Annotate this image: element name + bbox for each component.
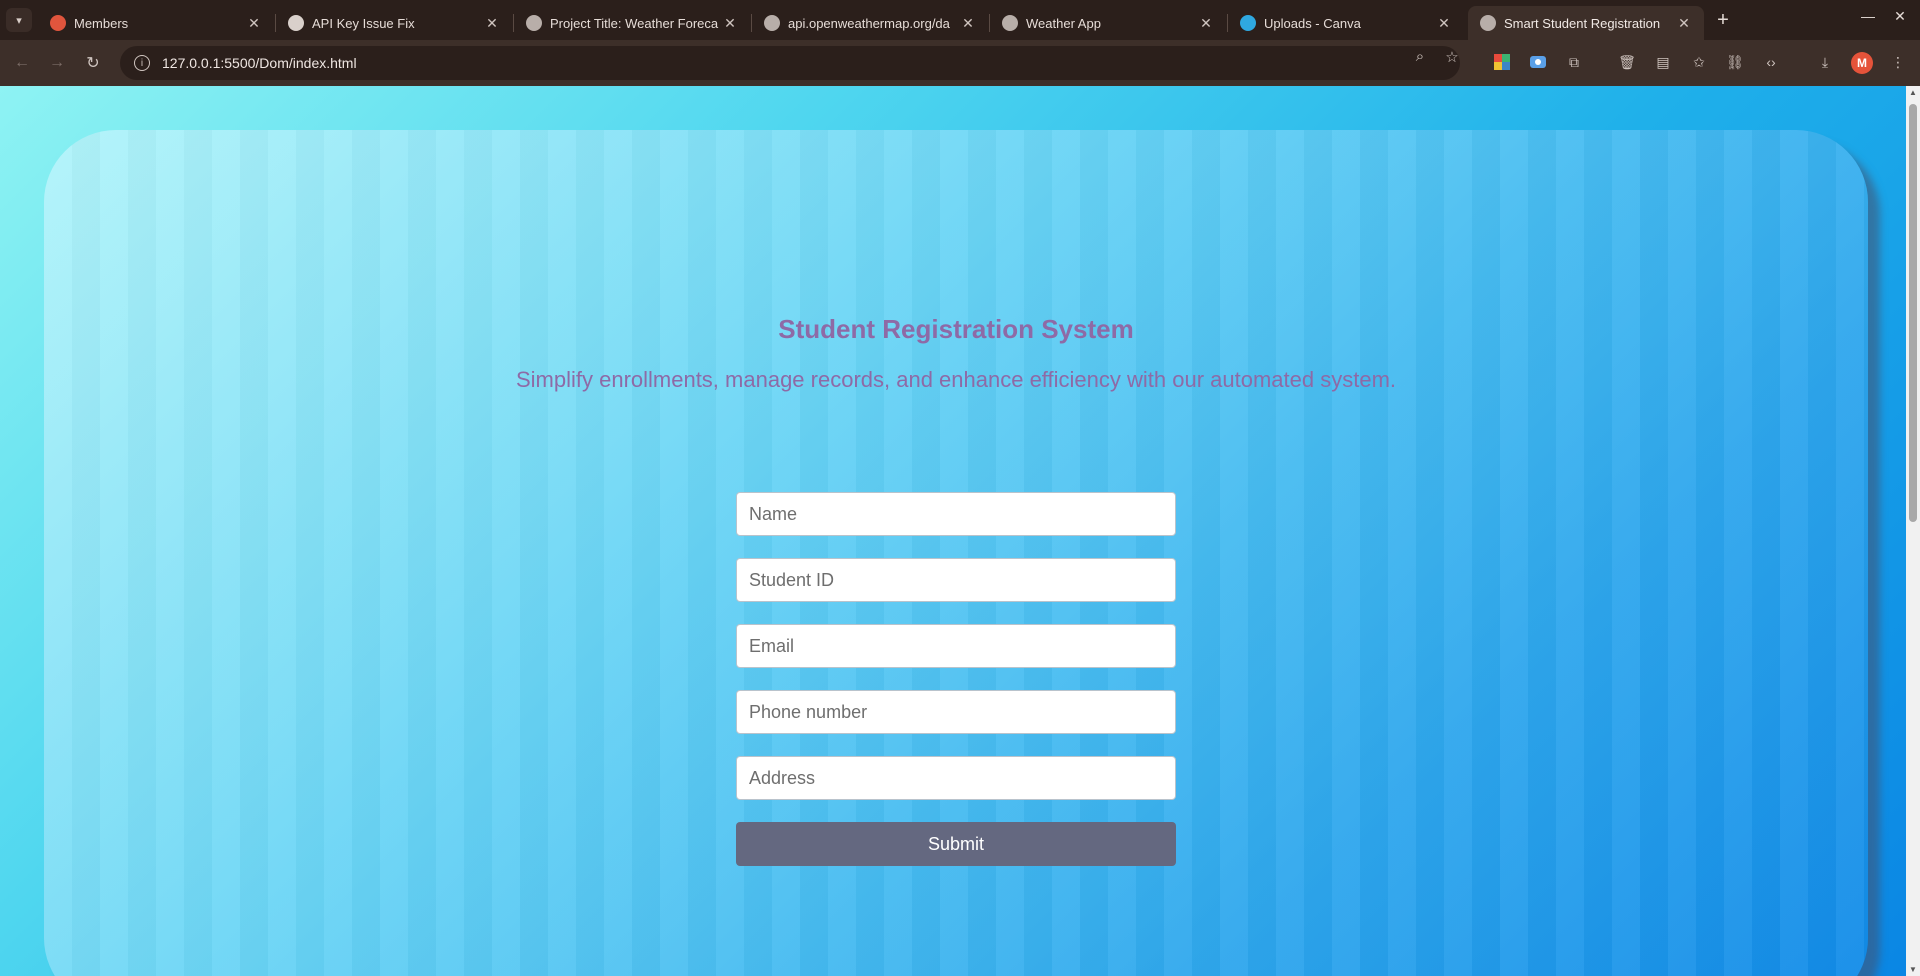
- download-icon[interactable]: ⤓: [1814, 51, 1836, 73]
- close-icon[interactable]: ✕: [246, 15, 262, 32]
- zoom-icon[interactable]: ⌕: [1408, 48, 1432, 65]
- link-icon[interactable]: ⛓: [1724, 51, 1746, 73]
- tab-uploads-canva[interactable]: Uploads - Canva ✕: [1228, 6, 1464, 40]
- tab-title: API Key Issue Fix: [312, 15, 415, 31]
- close-window-icon[interactable]: ✕: [1885, 8, 1915, 25]
- code-icon[interactable]: ‹›: [1760, 51, 1782, 73]
- address-input[interactable]: [736, 756, 1176, 800]
- tab-title: Weather App: [1026, 15, 1101, 31]
- reading-list-icon[interactable]: ▤: [1652, 51, 1674, 73]
- extension-colorful-icon[interactable]: [1491, 51, 1513, 73]
- close-icon[interactable]: ✕: [1198, 15, 1214, 32]
- trash-icon[interactable]: 🗑: [1616, 51, 1638, 73]
- student-id-input[interactable]: [736, 558, 1176, 602]
- scrollbar-thumb[interactable]: [1909, 104, 1917, 522]
- globe-icon: [526, 15, 542, 31]
- scroll-down-icon[interactable]: ▼: [1906, 965, 1920, 974]
- registration-card: Student Registration System Simplify enr…: [44, 130, 1868, 976]
- page-title: Student Registration System: [778, 314, 1134, 344]
- tab-project-title[interactable]: Project Title: Weather Foreca ✕: [514, 6, 750, 40]
- page-scrollbar[interactable]: ▲ ▼: [1906, 86, 1920, 976]
- minimize-icon[interactable]: —: [1853, 8, 1883, 24]
- browser-toolbar: ← → ↻ i 127.0.0.1:5500/Dom/index.html ⌕ …: [0, 40, 1920, 86]
- tab-title: api.openweathermap.org/da: [788, 15, 950, 31]
- tab-weather-app[interactable]: Weather App ✕: [990, 6, 1226, 40]
- tab-openweathermap[interactable]: api.openweathermap.org/da ✕: [752, 6, 988, 40]
- reload-icon[interactable]: ↻: [81, 51, 105, 75]
- screen-capture-icon[interactable]: [1527, 51, 1549, 73]
- back-icon[interactable]: ←: [10, 51, 34, 75]
- chatgpt-favicon-icon: [288, 15, 304, 31]
- forward-icon[interactable]: →: [45, 51, 69, 75]
- menu-kebab-icon[interactable]: ⋮: [1887, 51, 1909, 73]
- bookmark-star-icon[interactable]: ☆: [1440, 48, 1464, 66]
- close-icon[interactable]: ✕: [722, 15, 738, 32]
- tab-smart-student-registration[interactable]: Smart Student Registration ✕: [1468, 6, 1704, 40]
- url-text[interactable]: 127.0.0.1:5500/Dom/index.html: [162, 55, 357, 71]
- tab-title: Smart Student Registration: [1504, 15, 1661, 31]
- bookmarks-icon[interactable]: ✩: [1688, 51, 1710, 73]
- site-info-icon[interactable]: i: [134, 55, 150, 71]
- globe-icon: [764, 15, 780, 31]
- close-icon[interactable]: ✕: [1436, 15, 1452, 32]
- globe-icon: [1002, 15, 1018, 31]
- page-viewport: Student Registration System Simplify enr…: [0, 86, 1906, 976]
- tab-search-menu-icon[interactable]: ▾: [6, 8, 32, 32]
- phone-input[interactable]: [736, 690, 1176, 734]
- extensions-puzzle-icon[interactable]: ⧉: [1563, 51, 1585, 73]
- name-input[interactable]: [736, 492, 1176, 536]
- tab-title: Project Title: Weather Foreca: [550, 15, 719, 31]
- members-favicon-icon: [50, 15, 66, 31]
- page-subtitle: Simplify enrollments, manage records, an…: [515, 367, 1397, 392]
- tab-api-key-issue-fix[interactable]: API Key Issue Fix ✕: [276, 6, 512, 40]
- tab-title: Uploads - Canva: [1264, 15, 1361, 31]
- close-icon[interactable]: ✕: [1676, 15, 1692, 32]
- email-input[interactable]: [736, 624, 1176, 668]
- close-icon[interactable]: ✕: [960, 15, 976, 32]
- canva-favicon-icon: [1240, 15, 1256, 31]
- close-icon[interactable]: ✕: [484, 15, 500, 32]
- scroll-up-icon[interactable]: ▲: [1906, 88, 1920, 97]
- tab-strip: ▾ Members ✕ API Key Issue Fix ✕ Project …: [0, 0, 1920, 40]
- tab-title: Members: [74, 15, 129, 31]
- globe-icon: [1480, 15, 1496, 31]
- tab-members[interactable]: Members ✕: [38, 6, 274, 40]
- address-bar[interactable]: i 127.0.0.1:5500/Dom/index.html: [120, 46, 1460, 80]
- submit-button[interactable]: Submit: [736, 822, 1176, 866]
- profile-avatar[interactable]: M: [1851, 52, 1873, 74]
- new-tab-button[interactable]: +: [1710, 8, 1736, 32]
